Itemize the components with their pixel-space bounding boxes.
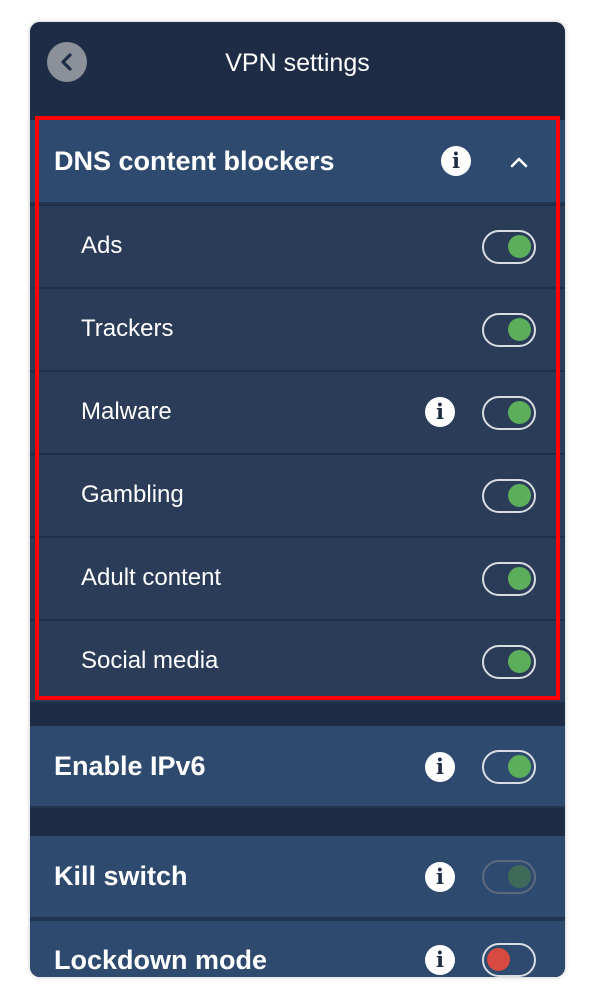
dns-row-adult-content: Adult content bbox=[30, 536, 565, 619]
kill-switch-info-icon[interactable]: i bbox=[425, 862, 455, 892]
kill-switch-toggle[interactable] bbox=[482, 860, 536, 894]
dns-row-social-media: Social media bbox=[30, 619, 565, 702]
toggle-knob bbox=[508, 650, 531, 673]
enable-ipv6-label: Enable IPv6 bbox=[54, 750, 206, 781]
toggle-knob bbox=[508, 755, 531, 778]
kill-switch-label: Kill switch bbox=[54, 861, 188, 891]
dns-row-ads: Ads bbox=[30, 204, 565, 287]
dns-row-trackers: Trackers bbox=[30, 287, 565, 370]
dns-row-malware: Malware i bbox=[30, 370, 565, 453]
enable-ipv6-row: Enable IPv6 i bbox=[30, 726, 565, 808]
toggle-knob bbox=[508, 235, 531, 258]
social-media-toggle[interactable] bbox=[482, 645, 536, 679]
toggle-knob bbox=[508, 484, 531, 507]
toggle-knob bbox=[487, 948, 510, 971]
toggle-knob bbox=[508, 401, 531, 424]
ipv6-toggle[interactable] bbox=[482, 750, 536, 784]
row-label: Trackers bbox=[81, 315, 174, 342]
ipv6-info-icon[interactable]: i bbox=[425, 752, 455, 782]
lockdown-toggle[interactable] bbox=[482, 943, 536, 977]
toggle-knob bbox=[508, 865, 531, 888]
gambling-toggle[interactable] bbox=[482, 479, 536, 513]
row-label: Social media bbox=[81, 647, 219, 674]
row-label: Adult content bbox=[81, 564, 222, 591]
malware-info-icon[interactable]: i bbox=[425, 397, 455, 427]
chevron-up-icon[interactable] bbox=[508, 151, 530, 173]
toggle-knob bbox=[508, 318, 531, 341]
section-divider bbox=[30, 808, 565, 836]
row-label: Ads bbox=[81, 232, 123, 259]
row-label: Malware bbox=[81, 398, 172, 425]
row-label: Gambling bbox=[81, 481, 184, 508]
dns-info-icon[interactable]: i bbox=[441, 146, 471, 176]
toggle-knob bbox=[508, 567, 531, 590]
page-title: VPN settings bbox=[225, 49, 370, 77]
lockdown-mode-row: Lockdown mode i bbox=[30, 919, 565, 977]
trackers-toggle[interactable] bbox=[482, 313, 536, 347]
dns-content-blockers-label: DNS content blockers bbox=[54, 145, 335, 176]
dns-content-blockers-header[interactable]: DNS content blockers i bbox=[30, 120, 565, 204]
lockdown-mode-label: Lockdown mode bbox=[54, 945, 268, 975]
kill-switch-row: Kill switch i bbox=[30, 836, 565, 919]
adult-content-toggle[interactable] bbox=[482, 562, 536, 596]
section-divider bbox=[30, 702, 565, 726]
lockdown-info-icon[interactable]: i bbox=[425, 945, 455, 975]
malware-toggle[interactable] bbox=[482, 396, 536, 430]
ads-toggle[interactable] bbox=[482, 230, 536, 264]
vpn-settings-window: VPN settings DNS content blockers i Ads … bbox=[30, 22, 565, 977]
dns-row-gambling: Gambling bbox=[30, 453, 565, 536]
title-bar: VPN settings bbox=[30, 22, 565, 114]
